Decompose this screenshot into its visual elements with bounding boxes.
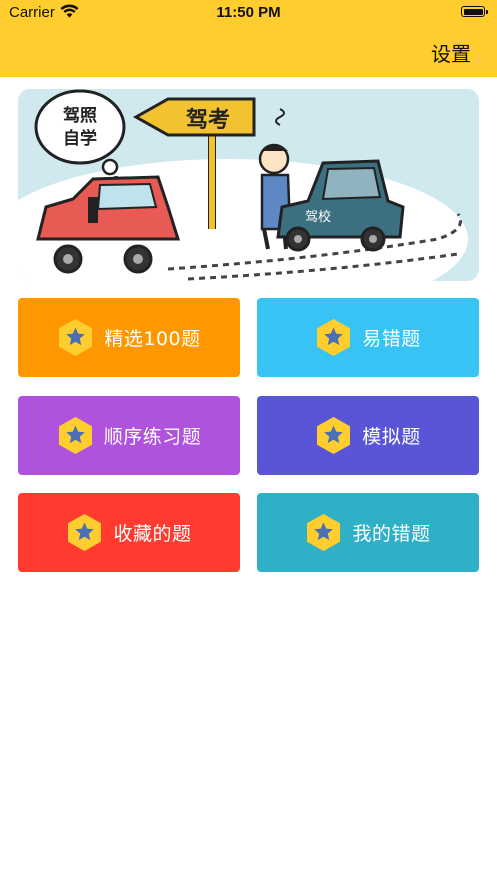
menu-tile-label: 模拟题 — [362, 426, 421, 448]
menu-tile-label: 易错题 — [362, 328, 421, 350]
star-hexagon-icon — [59, 319, 93, 356]
car-door-text: 驾校 — [305, 209, 331, 225]
banner-illustration: 驾照 自学 驾考 驾校 — [18, 89, 479, 281]
menu-tile-label: 精选100题 — [104, 328, 201, 350]
star-hexagon-icon — [317, 319, 351, 356]
menu-tile-label: 顺序练习题 — [103, 426, 202, 448]
menu-tile-sequential[interactable]: 顺序练习题 — [18, 396, 240, 475]
sign-text: 驾考 — [186, 107, 230, 133]
menu-tile-featured-100[interactable]: 精选100题 — [18, 298, 240, 377]
star-hexagon-icon — [317, 417, 351, 454]
top-bar: Carrier 11:50 PM 设置 — [0, 0, 497, 77]
battery-icon — [461, 6, 488, 17]
bubble-text-2: 自学 — [63, 128, 97, 149]
menu-tile-error-prone[interactable]: 易错题 — [257, 298, 479, 377]
settings-button[interactable]: 设置 — [431, 38, 471, 67]
status-time: 11:50 PM — [216, 4, 281, 21]
menu-tile-mock-exam[interactable]: 模拟题 — [257, 396, 479, 475]
star-hexagon-icon — [307, 514, 341, 551]
bubble-text-1: 驾照 — [63, 106, 97, 126]
menu-tile-my-mistakes[interactable]: 我的错题 — [257, 493, 479, 572]
menu-tile-favorites[interactable]: 收藏的题 — [18, 493, 240, 572]
star-hexagon-icon — [58, 417, 92, 454]
status-bar: Carrier 11:50 PM — [0, 0, 497, 26]
menu-tile-label: 我的错题 — [352, 523, 431, 545]
menu-tile-label: 收藏的题 — [113, 523, 192, 545]
star-hexagon-icon — [68, 514, 102, 551]
banner-image[interactable]: 驾照 自学 驾考 驾校 — [18, 89, 479, 281]
